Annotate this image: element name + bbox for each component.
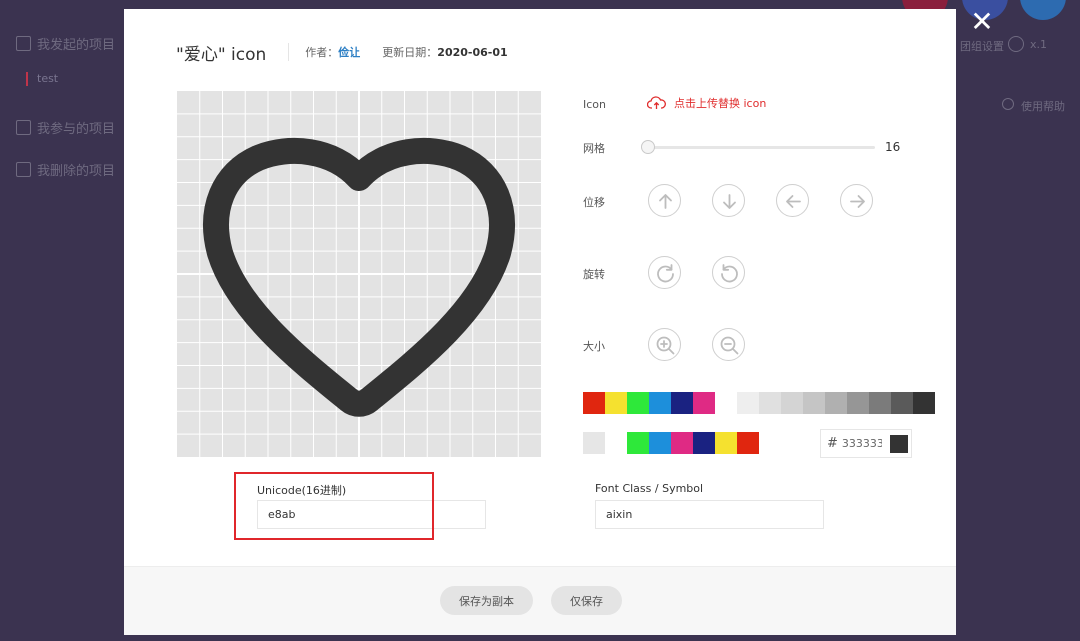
move-up-button[interactable] [648, 184, 681, 217]
zoom-out-icon [720, 336, 739, 355]
upload-icon [1020, 0, 1066, 20]
hex-color-field[interactable]: # [820, 429, 912, 458]
icon-label: Icon [583, 98, 606, 111]
update-date: 2020-06-01 [437, 45, 508, 59]
sidebar-item-my-projects: 我发起的项目 [16, 34, 115, 53]
sidebar-sub-item-test: test [26, 72, 58, 86]
background-sidebar: 我发起的项目 test 我参与的项目 我删除的项目 [0, 0, 124, 641]
background-right-panel: 团组设置 x.1 使用帮助 [902, 0, 1080, 641]
gray-swatches-row1 [737, 392, 935, 414]
light-swatch-0[interactable] [583, 432, 605, 454]
save-only-button[interactable]: 仅保存 [551, 586, 622, 615]
gray-swatch-0[interactable] [737, 392, 759, 414]
gray-swatch-7[interactable] [891, 392, 913, 414]
color-swatch-row2-5[interactable] [737, 432, 759, 454]
zoom-in-icon [656, 336, 675, 355]
current-color-preview [889, 434, 908, 453]
gray-swatch-6[interactable] [869, 392, 891, 414]
color-swatch-row2-1[interactable] [649, 432, 671, 454]
color-swatch-5[interactable] [693, 392, 715, 414]
grid-label: 网格 [583, 142, 605, 155]
author-label: 作者： [305, 46, 339, 59]
icon-edit-dialog: "爱心" icon 作者： 俭让 更新日期： 2020-06-01 Icon 点… [124, 9, 956, 635]
rotate-clockwise-button[interactable] [648, 256, 681, 289]
gray-swatch-4[interactable] [825, 392, 847, 414]
upload-replace-button[interactable]: 点击上传替换 icon [647, 95, 766, 111]
color-swatch-row2-0[interactable] [627, 432, 649, 454]
arrow-up-icon [659, 194, 672, 209]
fontclass-input[interactable] [595, 500, 824, 529]
zoom-in-button[interactable] [648, 328, 681, 361]
upload-label: 点击上传替换 icon [674, 97, 767, 110]
rotate-clockwise-icon [657, 264, 674, 283]
color-swatch-row2-2[interactable] [671, 432, 693, 454]
sidebar-item-joined-projects: 我参与的项目 [16, 118, 115, 137]
hash-symbol: # [827, 436, 838, 451]
grid-slider[interactable] [643, 146, 875, 149]
move-down-button[interactable] [712, 184, 745, 217]
date-label: 更新日期： [382, 46, 438, 59]
grid-slider-handle[interactable] [641, 140, 655, 154]
fontclass-label: Font Class / Symbol [595, 482, 704, 495]
help-icon [1002, 98, 1014, 110]
sidebar-item-deleted-projects: 我删除的项目 [16, 160, 115, 179]
gray-swatch-3[interactable] [803, 392, 825, 414]
version-text: x.1 [1030, 38, 1048, 51]
project-icon [16, 120, 31, 135]
color-swatches-row2 [627, 432, 759, 454]
gray-swatch-8[interactable] [913, 392, 935, 414]
arrow-left-icon [786, 195, 801, 208]
grid-value: 16 [885, 140, 901, 154]
color-swatch-row2-4[interactable] [715, 432, 737, 454]
color-swatch-light [583, 432, 605, 454]
close-icon[interactable]: ✕ [968, 8, 996, 36]
page-title: "爱心" icon [176, 44, 267, 65]
cloud-upload-icon [647, 96, 666, 109]
author-name[interactable]: 俭让 [338, 44, 360, 60]
color-swatch-row2-3[interactable] [693, 432, 715, 454]
unicode-label: Unicode(16进制) [257, 484, 347, 497]
color-swatch-1[interactable] [605, 392, 627, 414]
icon-grid-canvas[interactable] [177, 91, 541, 457]
rotate-counterclockwise-icon [721, 264, 738, 283]
size-label: 大小 [583, 340, 605, 353]
color-swatch-3[interactable] [649, 392, 671, 414]
move-label: 位移 [583, 196, 605, 209]
zoom-out-button[interactable] [712, 328, 745, 361]
unicode-input[interactable] [257, 500, 486, 529]
team-settings-text: 团组设置 [960, 40, 1004, 53]
arrow-down-icon [723, 194, 736, 209]
color-swatch-4[interactable] [671, 392, 693, 414]
move-left-button[interactable] [776, 184, 809, 217]
gray-swatch-5[interactable] [847, 392, 869, 414]
gray-swatch-2[interactable] [781, 392, 803, 414]
dialog-header: "爱心" icon 作者： 俭让 更新日期： 2020-06-01 [176, 39, 508, 65]
save-as-copy-button[interactable]: 保存为副本 [440, 586, 533, 615]
color-swatches-row1 [583, 392, 715, 414]
move-right-button[interactable] [840, 184, 873, 217]
project-icon [16, 36, 31, 51]
color-swatch-2[interactable] [627, 392, 649, 414]
dialog-footer [124, 567, 956, 635]
trash-icon [16, 162, 31, 177]
header-divider [288, 43, 290, 61]
hex-color-input[interactable] [841, 437, 882, 450]
rotate-counterclockwise-button[interactable] [712, 256, 745, 289]
rotate-label: 旋转 [583, 268, 605, 281]
gray-swatch-1[interactable] [759, 392, 781, 414]
arrow-right-icon [850, 195, 865, 208]
help-link: 使用帮助 [1021, 100, 1065, 113]
icon-preview [177, 91, 541, 457]
avatar [1008, 36, 1024, 52]
color-swatch-0[interactable] [583, 392, 605, 414]
